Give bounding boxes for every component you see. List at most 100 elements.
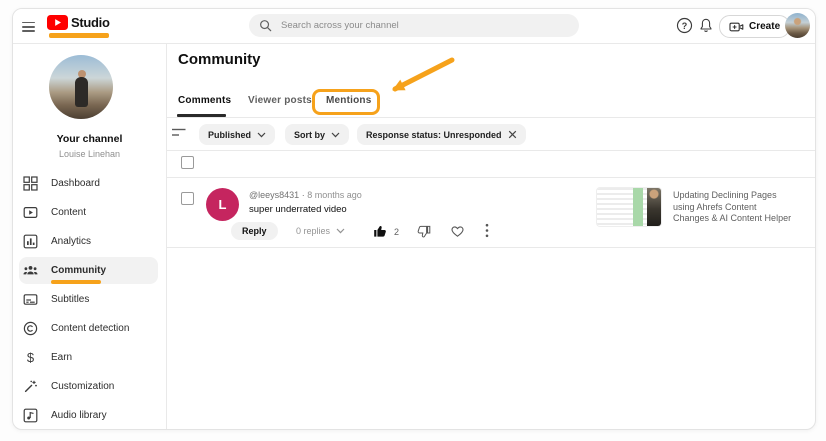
dashboard-icon bbox=[23, 176, 38, 191]
studio-logo-text: Studio bbox=[71, 15, 110, 30]
create-button[interactable]: Create bbox=[719, 15, 790, 38]
sidebar-item-label: Analytics bbox=[51, 236, 91, 247]
sidebar-item-content[interactable]: Content bbox=[13, 198, 166, 227]
sidebar-item-label: Customization bbox=[51, 381, 114, 392]
sidebar-item-dashboard[interactable]: Dashboard bbox=[13, 169, 166, 198]
mentions-highlight-annotation bbox=[312, 89, 380, 115]
replies-toggle[interactable]: 0 replies bbox=[296, 226, 345, 236]
subtitles-icon bbox=[23, 292, 38, 307]
sidebar-nav: Dashboard Content An bbox=[13, 169, 166, 430]
filter-chip-response-status[interactable]: Response status: Unresponded bbox=[357, 124, 526, 145]
sidebar-item-audio-library[interactable]: Audio library bbox=[13, 401, 166, 430]
create-video-icon bbox=[729, 20, 744, 34]
sidebar-item-label: Dashboard bbox=[51, 178, 100, 189]
vertical-dots-icon bbox=[485, 223, 489, 238]
help-button[interactable]: ? bbox=[676, 17, 693, 34]
sidebar-item-label: Content detection bbox=[51, 323, 129, 334]
filter-bar-divider bbox=[166, 150, 815, 151]
dollar-icon: $ bbox=[23, 350, 38, 365]
sidebar-item-label: Audio library bbox=[51, 410, 107, 421]
copyright-icon bbox=[23, 321, 38, 336]
youtube-studio-window: Studio ? bbox=[12, 8, 816, 430]
create-button-label: Create bbox=[749, 21, 780, 32]
channel-label: Your channel bbox=[13, 133, 166, 145]
dislike-button[interactable] bbox=[417, 225, 431, 239]
like-count: 2 bbox=[394, 227, 399, 237]
heart-icon bbox=[450, 224, 465, 238]
account-avatar[interactable] bbox=[785, 13, 810, 38]
music-note-icon bbox=[23, 408, 38, 423]
commenter-avatar[interactable]: L bbox=[206, 188, 239, 221]
thumbs-down-icon bbox=[417, 225, 431, 239]
sidebar-item-subtitles[interactable]: Subtitles bbox=[13, 285, 166, 314]
wand-icon bbox=[23, 379, 38, 394]
chip-label: Sort by bbox=[294, 130, 325, 140]
select-all-checkbox[interactable] bbox=[181, 156, 194, 169]
comment-author-line: @leeys8431 · 8 months ago bbox=[249, 190, 362, 200]
sidebar-divider bbox=[166, 43, 167, 429]
sidebar-item-content-detection[interactable]: Content detection bbox=[13, 314, 166, 343]
thumbnail-spreadsheet bbox=[597, 188, 647, 226]
thumbs-up-icon bbox=[373, 224, 387, 238]
comment-text: super underrated video bbox=[249, 204, 347, 215]
comment-checkbox[interactable] bbox=[181, 192, 194, 205]
sidebar-item-community[interactable]: Community bbox=[13, 256, 166, 285]
bell-icon bbox=[698, 17, 714, 34]
tabs-divider bbox=[166, 117, 815, 118]
channel-name: Louise Linehan bbox=[13, 149, 166, 159]
heart-button[interactable] bbox=[450, 224, 465, 238]
sidebar-item-analytics[interactable]: Analytics bbox=[13, 227, 166, 256]
content-icon bbox=[23, 205, 38, 220]
notifications-button[interactable] bbox=[698, 17, 714, 34]
search-bar[interactable] bbox=[249, 14, 579, 37]
arrow-annotation bbox=[373, 53, 458, 98]
channel-avatar-figure bbox=[75, 77, 88, 107]
comment-timestamp: 8 months ago bbox=[307, 190, 362, 200]
search-input[interactable] bbox=[279, 19, 553, 32]
community-icon bbox=[23, 263, 38, 278]
channel-avatar[interactable] bbox=[49, 55, 113, 119]
tab-comments[interactable]: Comments bbox=[178, 95, 231, 106]
video-title[interactable]: Updating Declining Pages using Ahrefs Co… bbox=[673, 190, 795, 225]
filter-button[interactable] bbox=[171, 127, 187, 139]
sidebar-item-label: Subtitles bbox=[51, 294, 89, 305]
page-title: Community bbox=[178, 51, 261, 68]
youtube-play-icon bbox=[47, 15, 68, 30]
reply-button[interactable]: Reply bbox=[231, 222, 278, 240]
video-thumbnail[interactable] bbox=[596, 187, 662, 227]
comment-author[interactable]: @leeys8431 bbox=[249, 190, 299, 200]
like-button[interactable] bbox=[373, 224, 387, 238]
chevron-down-icon bbox=[336, 228, 345, 234]
sidebar-item-label: Content bbox=[51, 207, 86, 218]
help-icon: ? bbox=[676, 17, 693, 34]
filter-icon bbox=[171, 127, 187, 139]
chevron-down-icon bbox=[257, 132, 266, 138]
chip-label: Published bbox=[208, 130, 251, 140]
sidebar-item-label: Earn bbox=[51, 352, 72, 363]
chip-label: Response status: Unresponded bbox=[366, 130, 502, 140]
top-bar: Studio ? bbox=[13, 9, 815, 44]
more-options-button[interactable] bbox=[485, 223, 489, 238]
close-icon[interactable] bbox=[508, 130, 517, 139]
analytics-icon bbox=[23, 234, 38, 249]
commenter-avatar-letter: L bbox=[219, 197, 227, 212]
sidebar-item-earn[interactable]: $ Earn bbox=[13, 343, 166, 372]
dot-separator: · bbox=[302, 190, 305, 200]
filter-chip-sort-by[interactable]: Sort by bbox=[285, 124, 349, 145]
svg-text:$: $ bbox=[27, 350, 35, 365]
sidebar-item-label: Community bbox=[51, 265, 106, 276]
tab-viewer-posts[interactable]: Viewer posts bbox=[248, 95, 312, 106]
replies-count-label: 0 replies bbox=[296, 226, 330, 236]
youtube-studio-logo[interactable] bbox=[47, 15, 68, 30]
chevron-down-icon bbox=[331, 132, 340, 138]
hamburger-menu-icon[interactable] bbox=[22, 19, 35, 34]
svg-text:?: ? bbox=[682, 21, 688, 31]
comment-row-divider bbox=[166, 247, 815, 248]
sidebar-item-customization[interactable]: Customization bbox=[13, 372, 166, 401]
thumbnail-presenter bbox=[647, 188, 661, 226]
filter-chip-published[interactable]: Published bbox=[199, 124, 275, 145]
studio-underline-annotation bbox=[49, 33, 109, 38]
search-icon bbox=[259, 19, 272, 32]
screenshot-stage: Studio ? bbox=[0, 0, 826, 441]
select-row-divider bbox=[166, 177, 815, 178]
